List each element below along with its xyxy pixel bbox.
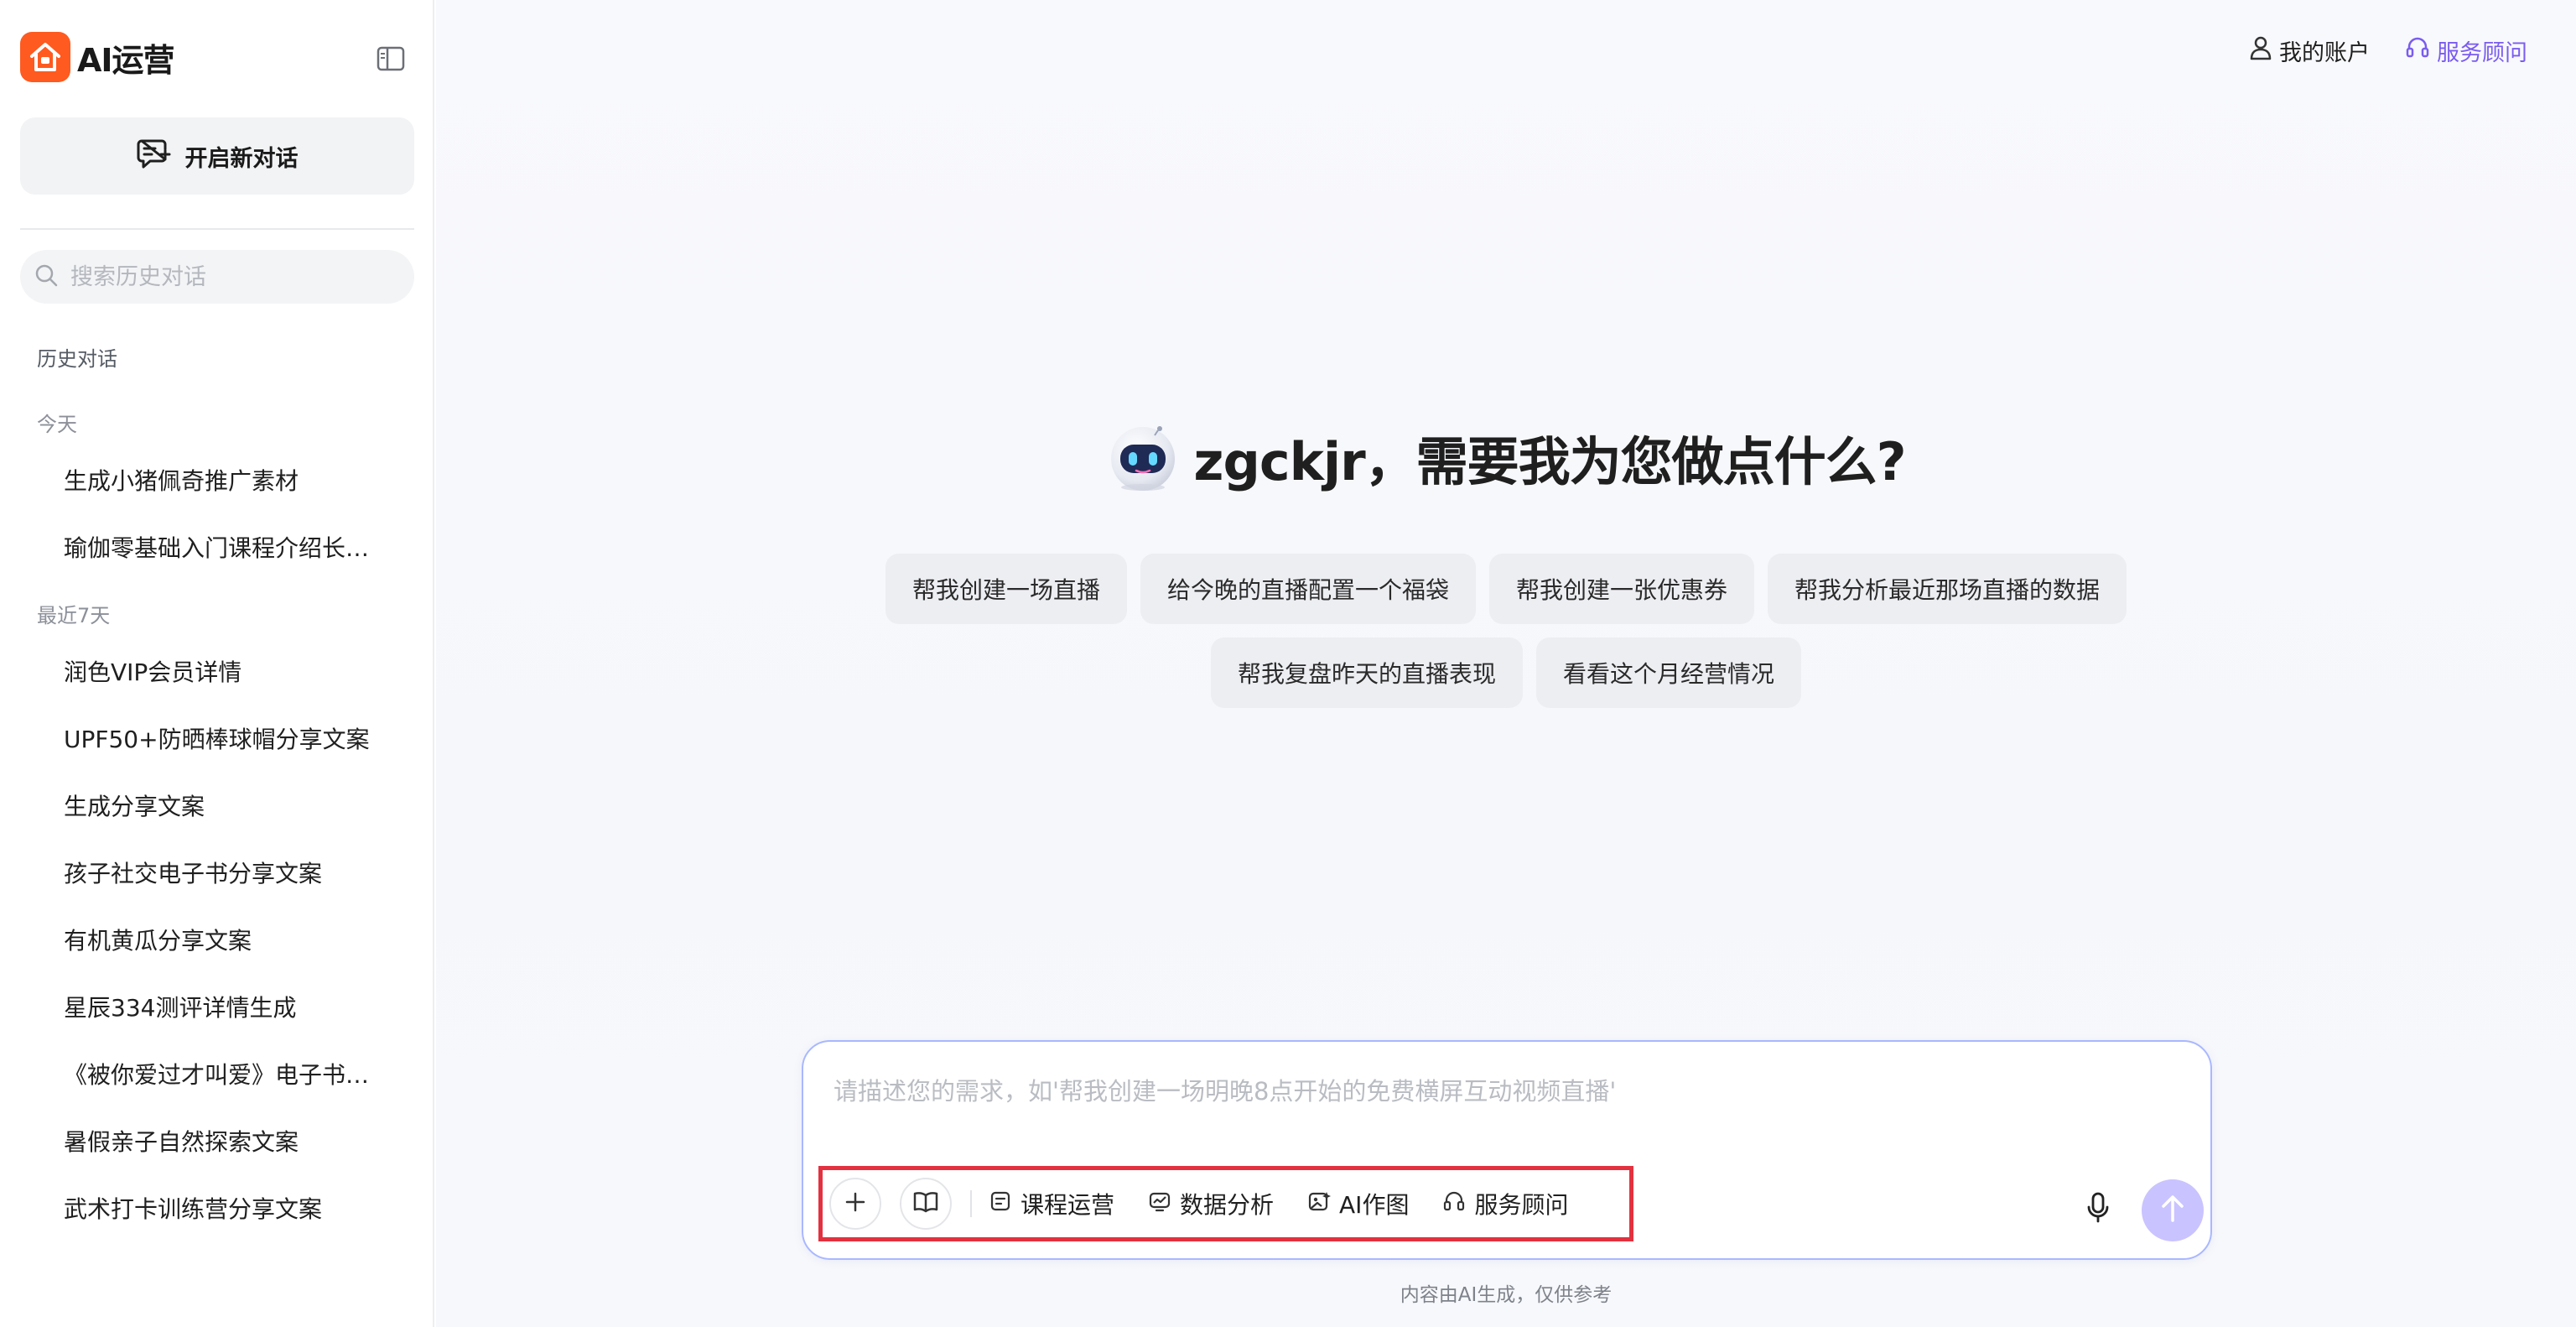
ai-disclaimer: 内容由AI生成，仅供参考 (1400, 1284, 1613, 1306)
headset-icon (1442, 1189, 1466, 1219)
search-icon (34, 263, 59, 291)
suggestion-chip[interactable]: 帮我创建一张优惠券 (1489, 554, 1755, 624)
arrow-up-icon (2159, 1194, 2186, 1227)
tool-label: 数据分析 (1180, 1191, 1275, 1219)
composer-toolbar-highlight: 课程运营 数据分析 AI作图 服务顾问 (818, 1166, 1633, 1241)
new-chat-button[interactable]: 开启新对话 (20, 117, 414, 195)
history-item[interactable]: 武术打卡训练营分享文案 (37, 1181, 397, 1235)
account-label: 我的账户 (2279, 39, 2370, 66)
advisor-label: 服务顾问 (2437, 39, 2527, 66)
tool-label: 服务顾问 (1474, 1191, 1569, 1219)
suggestion-row: 帮我创建一场直播 给今晚的直播配置一个福袋 帮我创建一张优惠券 帮我分析最近那场… (436, 554, 2576, 624)
image-spark-icon (1307, 1189, 1332, 1219)
suggestion-chip[interactable]: 给今晚的直播配置一个福袋 (1140, 554, 1476, 624)
header-actions: 我的账户 服务顾问 (2249, 32, 2527, 69)
sidebar-divider (20, 228, 414, 230)
advisor-link[interactable]: 服务顾问 (2405, 34, 2527, 67)
history-item[interactable]: 《被你爱过才叫爱》电子书… (37, 1047, 397, 1101)
headset-icon (2405, 35, 2430, 66)
plus-icon (844, 1191, 866, 1216)
suggestion-chip[interactable]: 看看这个月经营情况 (1536, 637, 1802, 708)
tool-ai-image[interactable]: AI作图 (1307, 1187, 1409, 1220)
send-button[interactable] (2142, 1179, 2204, 1241)
voice-input-button[interactable] (2073, 1184, 2123, 1235)
brand: AI运营 (20, 32, 175, 82)
history-item[interactable]: 瑜伽零基础入门课程介绍长… (37, 520, 397, 574)
suggestion-chip[interactable]: 帮我创建一场直播 (885, 554, 1127, 624)
prompt-input[interactable] (834, 1072, 2175, 1131)
tool-label: AI作图 (1339, 1191, 1410, 1219)
tool-course-ops[interactable]: 课程运营 (989, 1187, 1114, 1220)
group-label-recent: 最近7天 (37, 604, 111, 627)
chart-icon (1148, 1189, 1171, 1219)
brand-name: AI运营 (77, 41, 175, 79)
knowledge-base-button[interactable] (900, 1178, 952, 1230)
group-label-today: 今天 (37, 413, 77, 436)
suggestion-chip[interactable]: 帮我复盘昨天的直播表现 (1210, 637, 1523, 708)
house-logo-icon (20, 32, 70, 82)
user-icon (2249, 35, 2272, 66)
hero: zgckjr，需要我为您做点什么? (436, 419, 2576, 495)
tool-label: 课程运营 (1021, 1191, 1115, 1219)
add-attachment-button[interactable] (829, 1178, 881, 1230)
history-item[interactable]: 生成分享文案 (37, 778, 397, 832)
sidebar-toggle-icon[interactable] (374, 44, 408, 74)
book-icon (913, 1191, 938, 1216)
history-item[interactable]: 有机黄瓜分享文案 (37, 913, 397, 966)
document-icon (989, 1189, 1012, 1219)
new-chat-icon (137, 138, 172, 174)
history-item[interactable]: 润色VIP会员详情 (37, 644, 397, 698)
search-input[interactable] (70, 263, 389, 290)
suggestion-chip[interactable]: 帮我分析最近那场直播的数据 (1768, 554, 2127, 624)
main-panel: 我的账户 服务顾问 zgckjr，需要我为您做点什么? 帮我创建一场直播 给今晚… (436, 0, 2576, 1327)
robot-avatar-icon (1111, 426, 1176, 491)
new-chat-label: 开启新对话 (184, 145, 299, 172)
history-item[interactable]: 生成小猪佩奇推广素材 (37, 453, 397, 507)
history-item[interactable]: 孩子社交电子书分享文案 (37, 846, 397, 899)
history-item[interactable]: UPF50+防晒棒球帽分享文案 (37, 711, 397, 765)
sidebar: AI运营 开启新对话 历 (0, 0, 434, 1327)
tool-service-advisor[interactable]: 服务顾问 (1442, 1187, 1568, 1220)
microphone-icon (2085, 1191, 2111, 1228)
account-link[interactable]: 我的账户 (2249, 34, 2370, 67)
history-item[interactable]: 星辰334测评详情生成 (37, 980, 397, 1033)
hero-title: zgckjr，需要我为您做点什么? (1193, 431, 1906, 492)
tool-data-analysis[interactable]: 数据分析 (1148, 1187, 1274, 1220)
history-title: 历史对话 (37, 347, 117, 371)
suggestion-row: 帮我复盘昨天的直播表现 看看这个月经营情况 (436, 637, 2576, 708)
toolbar-divider (970, 1190, 972, 1217)
history-item[interactable]: 暑假亲子自然探索文案 (37, 1114, 397, 1168)
history-search[interactable] (20, 250, 414, 304)
chat-composer: 课程运营 数据分析 (802, 1040, 2212, 1260)
